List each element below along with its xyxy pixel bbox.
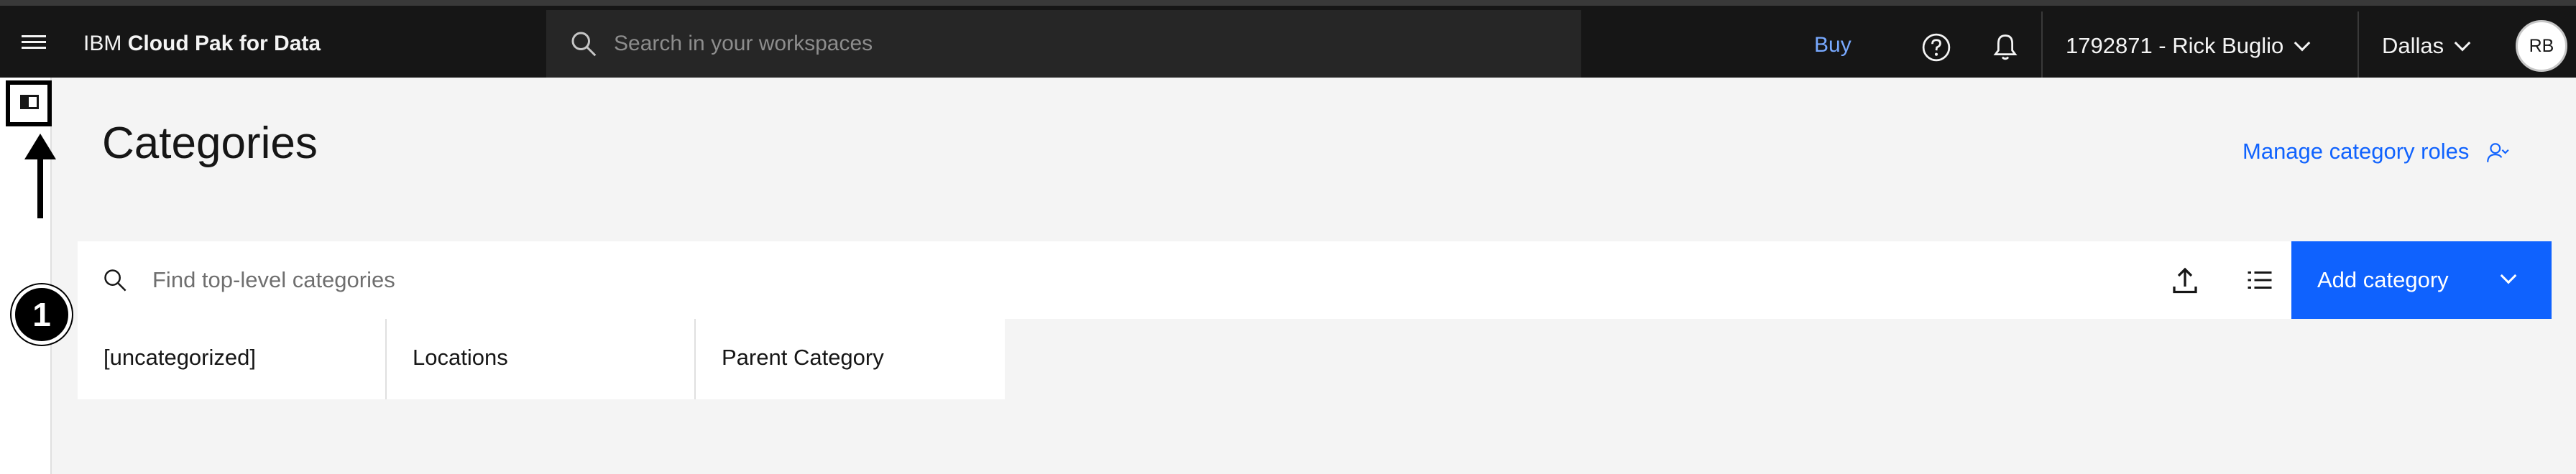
chevron-down-icon[interactable] <box>2500 267 2517 284</box>
brand-name: Cloud Pak for Data <box>127 32 321 55</box>
menu-icon[interactable] <box>22 32 47 52</box>
avatar[interactable]: RB <box>2516 20 2567 72</box>
list-view-icon[interactable] <box>2242 263 2277 297</box>
annotation-step-badge: 1 <box>12 284 72 345</box>
side-panel-toggle-button[interactable] <box>6 80 52 126</box>
manage-roles-label: Manage category roles <box>2242 139 2470 164</box>
category-tile[interactable]: Locations <box>387 319 696 399</box>
brand-prefix: IBM <box>83 32 122 55</box>
upload-icon[interactable] <box>2168 263 2202 297</box>
global-search-input[interactable] <box>614 32 1476 56</box>
category-search-input[interactable] <box>152 263 2165 297</box>
header-divider <box>2358 11 2359 78</box>
region-switcher[interactable]: Dallas <box>2382 33 2471 59</box>
search-icon <box>104 269 126 292</box>
page-title: Categories <box>102 118 318 168</box>
left-side-rail: 1 <box>0 78 72 474</box>
categories-toolbar: Add category <box>78 241 2552 319</box>
header-divider <box>2041 11 2043 78</box>
chevron-down-icon <box>2454 34 2471 52</box>
annotation-arrow-shaft <box>37 149 43 218</box>
top-navigation-bar: IBM Cloud Pak for Data Buy 1792871 - Ric… <box>0 0 2576 78</box>
account-switcher[interactable]: 1792871 - Rick Buglio <box>2066 33 2311 59</box>
chevron-down-icon <box>2294 34 2311 52</box>
category-tile[interactable]: Parent Category <box>696 319 1005 399</box>
global-search-bar <box>546 10 1581 78</box>
region-label: Dallas <box>2382 33 2444 58</box>
add-category-label: Add category <box>2317 267 2449 292</box>
user-roles-icon <box>2487 143 2509 162</box>
category-tiles: [uncategorized] Locations Parent Categor… <box>78 319 1005 399</box>
category-tile[interactable]: [uncategorized] <box>78 319 387 399</box>
manage-category-roles-link[interactable]: Manage category roles <box>2242 139 2510 165</box>
buy-link[interactable]: Buy <box>1814 33 1852 57</box>
notification-bell-icon[interactable] <box>1990 32 2021 63</box>
brand-title[interactable]: IBM Cloud Pak for Data <box>83 32 321 56</box>
panel-toggle-icon <box>20 95 39 109</box>
add-category-button[interactable]: Add category <box>2291 241 2552 319</box>
account-label: 1792871 - Rick Buglio <box>2066 33 2284 58</box>
search-icon <box>571 32 597 57</box>
help-icon[interactable] <box>1920 32 1952 63</box>
